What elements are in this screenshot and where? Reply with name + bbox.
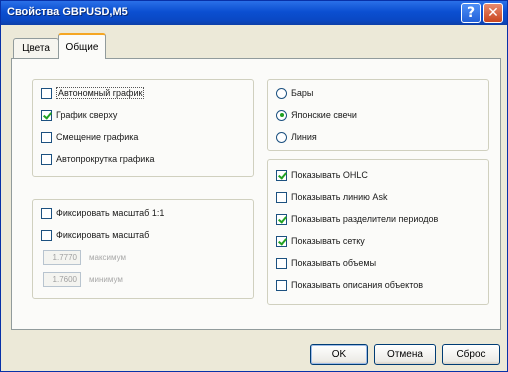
chart-options-group: Автономный график График сверху Смещение… [32,79,254,177]
show-object-descriptions-checkbox[interactable] [276,279,287,291]
candlesticks-radio[interactable] [276,109,287,121]
show-period-separators-label: Показывать разделители периодов [291,214,439,224]
option-candlesticks[interactable]: Японские свечи [276,108,357,122]
chart-type-group: Бары Японские свечи Линия [267,79,489,151]
option-bars[interactable]: Бары [276,86,313,100]
scale-group: Фиксировать масштаб 1:1 Фиксировать масш… [32,199,254,299]
close-icon[interactable]: ✕ [483,3,503,23]
chart-shift-checkbox[interactable] [41,131,52,143]
tab-general[interactable]: Общие [58,33,106,59]
title-bar[interactable]: Свойства GBPUSD,M5 ? ✕ [1,1,507,25]
offline-chart-label: Автономный график [56,87,145,99]
line-label: Линия [291,132,317,142]
show-period-separators-checkbox[interactable] [276,213,287,225]
fix-scale-label: Фиксировать масштаб [56,230,150,240]
ok-button[interactable]: OK [310,344,368,365]
option-offline-chart[interactable]: Автономный график [41,86,145,100]
option-line[interactable]: Линия [276,130,317,144]
window-title: Свойства GBPUSD,M5 [7,6,128,18]
option-autoscroll[interactable]: Автопрокрутка графика [41,152,154,166]
tab-colors[interactable]: Цвета [13,38,59,58]
cancel-button[interactable]: Отмена [374,344,436,365]
option-show-ohlc[interactable]: Показывать OHLC [276,168,368,182]
reset-button[interactable]: Сброс [442,344,500,365]
fix-scale-checkbox[interactable] [41,229,52,241]
tab-panel-general: Автономный график График сверху Смещение… [11,58,501,330]
option-fix-scale[interactable]: Фиксировать масштаб [41,228,149,242]
bars-label: Бары [291,88,314,98]
fix-scale-1-1-checkbox[interactable] [41,207,52,219]
show-volumes-label: Показывать объемы [291,258,377,268]
show-object-descriptions-label: Показывать описания объектов [291,280,424,290]
scale-max-label: максимум [89,252,127,262]
scale-max-row: 1.7770 максимум [43,249,127,265]
show-volumes-checkbox[interactable] [276,257,287,269]
offline-chart-checkbox[interactable] [41,87,52,99]
option-show-volumes[interactable]: Показывать объемы [276,256,376,270]
scale-min-label: минимум [89,274,123,284]
option-show-period-separators[interactable]: Показывать разделители периодов [276,212,438,226]
show-ohlc-label: Показывать OHLC [291,170,368,180]
scale-min-row: 1.7600 минимум [43,271,123,287]
scale-max-input[interactable]: 1.7770 [43,249,81,265]
option-show-ask-line[interactable]: Показывать линию Ask [276,190,387,204]
option-show-grid[interactable]: Показывать сетку [276,234,365,248]
scale-min-input[interactable]: 1.7600 [43,271,81,287]
autoscroll-checkbox[interactable] [41,153,52,165]
bars-radio[interactable] [276,87,287,99]
help-icon[interactable]: ? [461,3,481,23]
autoscroll-label: Автопрокрутка графика [56,154,155,164]
show-grid-checkbox[interactable] [276,235,287,247]
properties-dialog: Свойства GBPUSD,M5 ? ✕ Цвета Общие Автон… [0,0,508,372]
option-fix-scale-1-1[interactable]: Фиксировать масштаб 1:1 [41,206,164,220]
show-ask-line-checkbox[interactable] [276,191,287,203]
candlesticks-label: Японские свечи [291,110,357,120]
chart-on-top-checkbox[interactable] [41,109,52,121]
chart-on-top-label: График сверху [56,110,118,120]
line-radio[interactable] [276,131,287,143]
option-chart-shift[interactable]: Смещение графика [41,130,138,144]
fix-scale-1-1-label: Фиксировать масштаб 1:1 [56,208,165,218]
option-chart-on-top[interactable]: График сверху [41,108,117,122]
show-grid-label: Показывать сетку [291,236,365,246]
show-ohlc-checkbox[interactable] [276,169,287,181]
option-show-object-descriptions[interactable]: Показывать описания объектов [276,278,423,292]
show-ask-line-label: Показывать линию Ask [291,192,388,202]
show-options-group: Показывать OHLC Показывать линию Ask Пок… [267,159,489,305]
chart-shift-label: Смещение графика [56,132,139,142]
